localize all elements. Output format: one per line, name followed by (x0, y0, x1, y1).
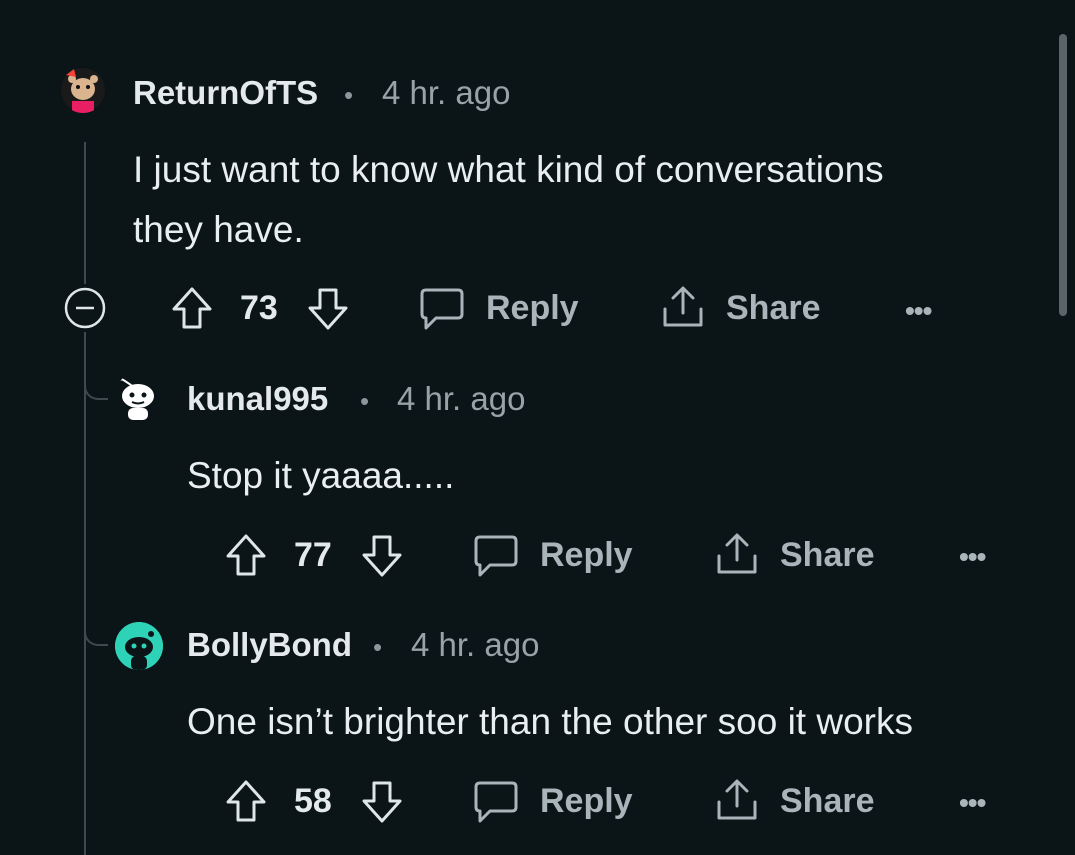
user-avatar-icon (61, 68, 105, 113)
vote-score: 58 (294, 782, 332, 820)
username[interactable]: ReturnOfTS (133, 74, 318, 112)
downvote-icon[interactable] (360, 779, 404, 825)
share-button[interactable]: Share (780, 782, 875, 821)
share-icon[interactable] (660, 283, 706, 331)
thread-line[interactable] (84, 332, 86, 855)
more-options-button[interactable]: ••• (905, 295, 932, 327)
comment-thread: ReturnOfTS • 4 hr. ago I just want to kn… (0, 0, 1075, 855)
comment-body: One isn’t brighter than the other soo it… (187, 701, 913, 742)
vote-score: 77 (294, 536, 332, 574)
timestamp[interactable]: 4 hr. ago (397, 380, 525, 418)
timestamp[interactable]: 4 hr. ago (411, 626, 539, 664)
upvote-icon[interactable] (224, 532, 268, 578)
collapse-minus-icon (64, 287, 106, 329)
vote-score: 73 (240, 289, 278, 327)
comment-body-line: they have. (133, 209, 304, 250)
comment-body-line: I just want to know what kind of convers… (133, 149, 884, 190)
more-options-button[interactable]: ••• (959, 541, 986, 573)
timestamp[interactable]: 4 hr. ago (382, 74, 510, 112)
separator-dot: • (344, 80, 354, 110)
reply-icon[interactable] (472, 533, 520, 579)
downvote-icon[interactable] (306, 286, 350, 332)
username[interactable]: kunal995 (187, 380, 328, 418)
upvote-icon[interactable] (224, 778, 268, 824)
snoo-avatar-icon (117, 375, 154, 420)
share-icon[interactable] (714, 776, 760, 824)
downvote-icon[interactable] (360, 533, 404, 579)
reply-icon[interactable] (472, 779, 520, 825)
share-icon[interactable] (714, 530, 760, 578)
thread-branch (84, 620, 108, 646)
avatar[interactable] (115, 622, 163, 670)
reply-icon[interactable] (418, 286, 466, 332)
separator-dot: • (373, 632, 383, 662)
snoo-avatar-icon (115, 622, 163, 670)
upvote-icon[interactable] (170, 285, 214, 331)
comment-body: I just want to know what kind of convers… (133, 140, 884, 260)
separator-dot: • (360, 386, 370, 416)
reply-button[interactable]: Reply (486, 289, 579, 328)
collapse-button[interactable] (64, 287, 106, 329)
reply-button[interactable]: Reply (540, 782, 633, 821)
share-button[interactable]: Share (780, 536, 875, 575)
thread-line[interactable] (84, 142, 86, 284)
avatar[interactable] (115, 372, 161, 422)
scrollbar[interactable] (1059, 34, 1067, 316)
share-button[interactable]: Share (726, 289, 821, 328)
reply-button[interactable]: Reply (540, 536, 633, 575)
thread-branch (84, 372, 108, 400)
username[interactable]: BollyBond (187, 626, 352, 664)
avatar[interactable] (60, 67, 106, 113)
comment-body: Stop it yaaaa..... (187, 455, 455, 496)
more-options-button[interactable]: ••• (959, 787, 986, 819)
